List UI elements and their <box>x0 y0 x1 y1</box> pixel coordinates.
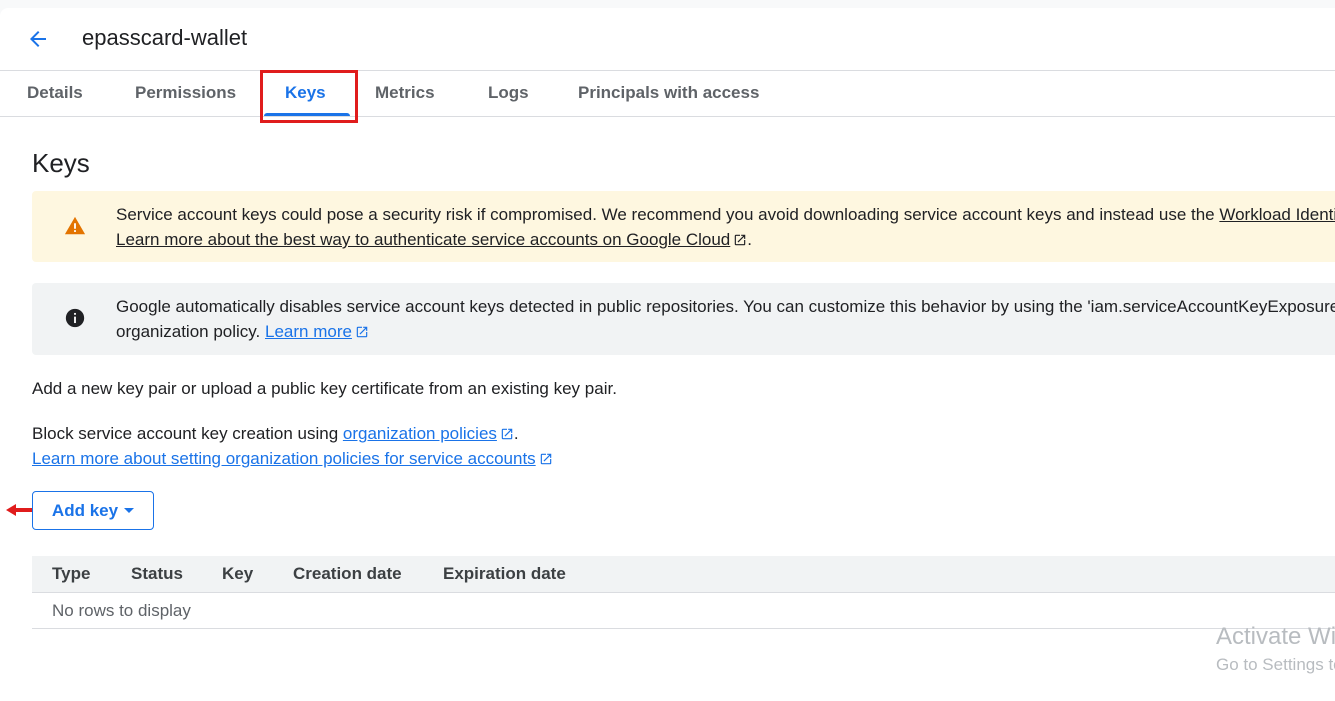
info-text: Google automatically disables service ac… <box>116 297 1335 316</box>
external-link-icon <box>356 326 368 338</box>
warning-text: Service account keys could pose a securi… <box>116 205 1220 224</box>
watermark-line2: Go to Settings to activate Windows. <box>1216 655 1335 674</box>
page-title: epasscard-wallet <box>82 25 248 50</box>
external-link-icon <box>735 234 746 246</box>
org-policies-learn-more-link[interactable]: Learn more about setting organization po… <box>32 449 536 468</box>
add-key-button[interactable]: Add key <box>32 491 154 530</box>
annotation-arrow-icon <box>6 504 32 516</box>
tab-principals-with-access[interactable]: Principals with access <box>578 70 759 116</box>
tab-logs[interactable]: Logs <box>488 70 529 116</box>
external-link-icon <box>501 428 513 440</box>
block-suffix: . <box>513 424 519 443</box>
tab-metrics[interactable]: Metrics <box>375 70 435 116</box>
info-banner: Google automatically disables service ac… <box>32 283 1335 355</box>
warning-banner-text: Service account keys could pose a securi… <box>116 202 1335 252</box>
main-panel: epasscard-wallet Details Permissions Key… <box>0 8 1335 701</box>
info-icon <box>65 308 85 328</box>
section-title: Keys <box>32 148 90 178</box>
block-policy-text: Block service account key creation using… <box>32 421 553 471</box>
arrow-left-icon <box>30 31 46 47</box>
info-banner-text: Google automatically disables service ac… <box>116 294 1335 344</box>
authenticate-learn-more-link[interactable]: Learn more about the best way to authent… <box>116 230 730 249</box>
keys-table-header: Type Status Key Creation date Expiration… <box>32 556 1335 593</box>
caret-down-icon <box>124 508 135 513</box>
warning-end: . <box>747 230 753 249</box>
warning-icon <box>64 216 86 235</box>
tab-permissions[interactable]: Permissions <box>135 70 236 116</box>
add-key-label: Add key <box>51 500 119 520</box>
learn-more-link[interactable]: Learn more <box>265 322 352 341</box>
warning-banner: Service account keys could pose a securi… <box>32 191 1335 262</box>
description-text: Add a new key pair or upload a public ke… <box>32 379 617 398</box>
watermark-line1: Activate Windows <box>1216 623 1335 650</box>
tab-bar: Details Permissions Keys Metrics Logs Pr… <box>0 70 1335 117</box>
info-text-2: organization policy. <box>116 322 265 341</box>
column-header-type[interactable]: Type <box>52 556 90 592</box>
back-button[interactable] <box>22 23 54 55</box>
activation-watermark: Activate Windows Go to Settings to activ… <box>1216 623 1335 675</box>
block-prefix: Block service account key creation using <box>32 424 343 443</box>
workload-identity-link[interactable]: Workload Identity <box>1219 205 1335 224</box>
tab-details[interactable]: Details <box>27 70 83 116</box>
empty-table-text: No rows to display <box>52 601 191 620</box>
active-tab-indicator <box>264 113 350 116</box>
organization-policies-link[interactable]: organization policies <box>343 424 497 443</box>
tab-keys[interactable]: Keys <box>285 70 326 116</box>
external-link-icon <box>540 453 551 465</box>
column-header-key[interactable]: Key <box>222 556 253 592</box>
page-header: epasscard-wallet <box>0 8 1335 71</box>
column-header-status[interactable]: Status <box>131 556 183 592</box>
column-header-creation-date[interactable]: Creation date <box>293 556 402 592</box>
table-empty-row: No rows to display <box>32 593 1335 629</box>
column-header-expiration-date[interactable]: Expiration date <box>443 556 566 592</box>
